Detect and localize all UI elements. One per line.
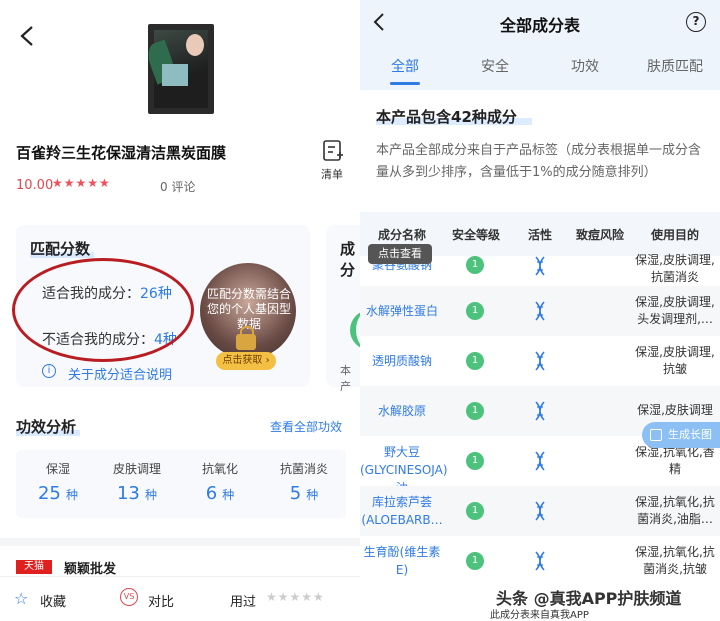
col-name-header: 成分名称 [377, 228, 426, 242]
source-note: 此成分表来自真我APP [490, 610, 589, 621]
product-detail-pane: 百雀羚三生花保湿清洁黑炭面膜 清单 10.00 ★★★★★ 0 评论 匹配分数 … [0, 0, 360, 621]
tab-efficacy[interactable]: 功效 [540, 56, 630, 76]
side-card-title: 成分 [340, 240, 356, 279]
page-title: 全部成分表 [499, 16, 580, 35]
match-score-title: 匹配分数 [30, 240, 91, 258]
safety-level-badge: 1 [466, 302, 484, 320]
dna-icon [535, 351, 545, 371]
col-activity-header: 活性 [527, 228, 552, 242]
ingredient-name[interactable]: 生育酚(维生素E) [360, 543, 444, 579]
lock-icon [236, 326, 256, 350]
efficacy-count: 13 [116, 483, 140, 504]
ingredient-name[interactable]: 水解胶原 [360, 402, 444, 420]
back-arrow-icon[interactable] [18, 24, 38, 48]
dna-icon [535, 451, 545, 471]
efficacy-label: 皮肤调理 [112, 462, 161, 476]
tmall-badge: 天猫 [16, 560, 52, 574]
product-score: 10.00 [16, 178, 54, 193]
vs-icon[interactable]: VS [120, 588, 138, 606]
efficacy-item[interactable]: 保湿 25 种 [18, 460, 98, 504]
used-rating-stars[interactable]: ★★★★★ [266, 590, 325, 604]
tab-skin-match[interactable]: 肤质匹配 [630, 56, 720, 76]
shop-name[interactable]: 颖颖批发 [64, 558, 116, 577]
list-icon[interactable] [322, 140, 344, 162]
info-icon: i [42, 364, 56, 378]
efficacy-item[interactable]: 皮肤调理 13 种 [97, 460, 177, 504]
click-to-view-tooltip[interactable]: 点击查看 [368, 244, 432, 264]
ingredient-count: 本产品包含42种成分 [376, 108, 517, 126]
efficacy-unit: 种 [144, 488, 157, 502]
comment-count[interactable]: 0 评论 [160, 178, 195, 195]
efficacy-label: 抗氧化 [201, 462, 238, 476]
ingredient-purpose: 保湿,抗氧化,抗菌消炎,油脂… [635, 495, 715, 526]
rating-stars: ★★★★★ [52, 176, 111, 190]
efficacy-unit: 种 [222, 488, 235, 502]
dna-icon [535, 401, 545, 421]
efficacy-count: 6 [205, 483, 218, 504]
dna-icon [535, 256, 545, 276]
table-row[interactable]: 水解弹性蛋白 1 保湿,皮肤调理,头发调理剂,… [360, 286, 720, 336]
efficacy-count: 25 [37, 483, 61, 504]
safety-level-badge: 1 [466, 502, 484, 520]
safety-level-badge: 1 [466, 402, 484, 420]
col-acne-header: 致痘风险 [575, 228, 624, 242]
product-image [148, 24, 214, 114]
favorite-button[interactable]: 收藏 [40, 591, 66, 610]
efficacy-item[interactable]: 抗氧化 6 种 [180, 460, 260, 504]
efficacy-item[interactable]: 抗菌消炎 5 种 [264, 460, 344, 504]
dna-icon [535, 301, 545, 321]
efficacy-unit: 种 [65, 488, 78, 502]
used-label: 用过 [230, 595, 257, 610]
table-row[interactable]: 库拉索芦荟(ALOEBARB… 1 保湿,抗氧化,抗菌消炎,油脂… [360, 486, 720, 536]
efficacy-label: 保湿 [45, 462, 70, 476]
product-title: 百雀羚三生花保湿清洁黑炭面膜 [16, 144, 227, 162]
view-all-efficacy-link[interactable]: 查看全部功效 [270, 418, 342, 435]
compare-button[interactable]: 对比 [148, 591, 174, 610]
annotation-ellipse [12, 258, 194, 362]
dna-icon [535, 501, 545, 521]
ingredient-purpose: 保湿,抗氧化,抗菌消炎,抗皱 [635, 545, 715, 576]
col-safety-header: 安全等级 [451, 228, 500, 242]
efficacy-unit: 种 [306, 488, 319, 502]
col-purpose-header: 使用目的 [650, 228, 699, 242]
section-divider [0, 538, 360, 546]
safety-level-badge: 1 [466, 256, 484, 274]
ingredient-list-pane: 全部成分表 ? 全部 安全 功效 肤质匹配 本产品包含42种成分 本产品全部成分… [360, 0, 720, 621]
get-score-button[interactable]: 点击获取 › [216, 352, 276, 370]
ingredient-purpose: 保湿,抗氧化,香精 [635, 445, 715, 476]
safety-level-badge: 1 [466, 452, 484, 470]
table-row[interactable]: 生育酚(维生素E) 1 保湿,抗氧化,抗菌消炎,抗皱 [360, 536, 720, 586]
ingredient-name[interactable]: 库拉索芦荟(ALOEBARB… [360, 493, 444, 529]
ingredient-purpose: 保湿,皮肤调理,抗菌消炎 [635, 253, 715, 284]
ingredient-purpose: 保湿,皮肤调理 [637, 403, 713, 417]
dna-icon [535, 551, 545, 571]
efficacy-count: 5 [289, 483, 302, 504]
ingredient-description: 本产品全部成分来自于产品标签（成分表根据单一成分含量从多到少排序，含量低于1%的… [376, 143, 702, 180]
side-card-text: 本产 [340, 364, 351, 393]
tab-all[interactable]: 全部 [360, 56, 450, 76]
safety-level-badge: 1 [466, 352, 484, 370]
ingredient-purpose: 保湿,皮肤调理,抗皱 [635, 345, 715, 376]
help-icon[interactable]: ? [686, 12, 706, 32]
safety-level-badge: 1 [466, 552, 484, 570]
star-icon[interactable]: ☆ [14, 589, 28, 608]
image-icon [650, 429, 662, 441]
ingredient-purpose: 保湿,皮肤调理,头发调理剂,… [635, 295, 715, 326]
suitability-info-link[interactable]: 关于成分适合说明 [68, 364, 172, 383]
efficacy-title: 功效分析 [16, 418, 77, 436]
table-row[interactable]: 透明质酸钠 1 保湿,皮肤调理,抗皱 [360, 336, 720, 386]
ingredient-name[interactable]: 透明质酸钠 [360, 352, 444, 370]
efficacy-label: 抗菌消炎 [279, 462, 328, 476]
ingredient-name[interactable]: 水解弹性蛋白 [360, 302, 444, 320]
active-tab-indicator [390, 82, 420, 85]
tab-safety[interactable]: 安全 [450, 56, 540, 76]
list-label[interactable]: 清单 [321, 166, 343, 182]
